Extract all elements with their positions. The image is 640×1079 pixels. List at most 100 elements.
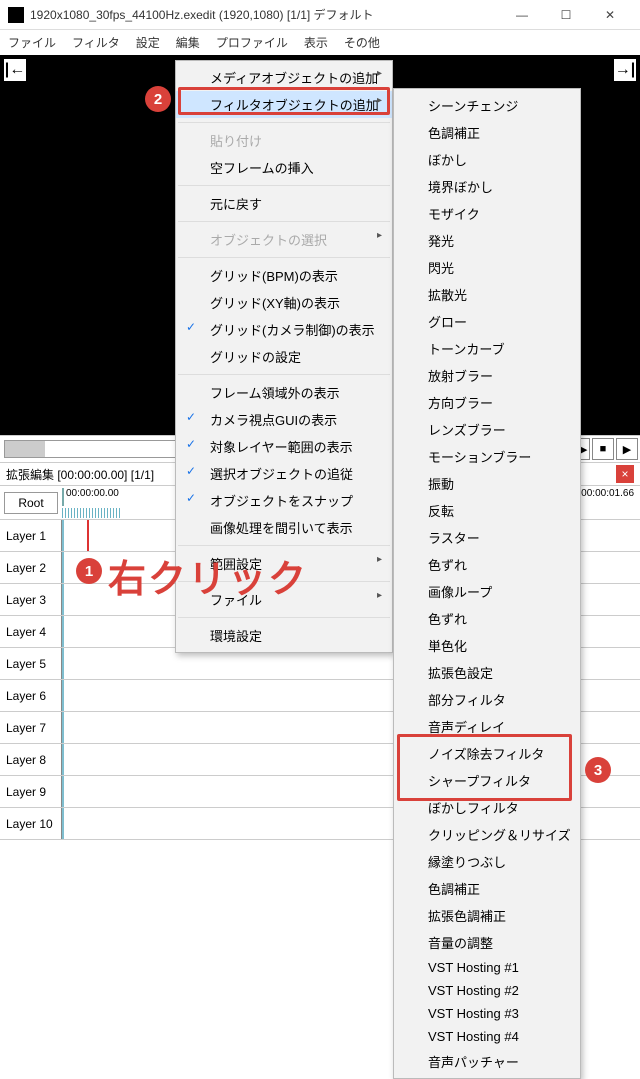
filter-menu-item[interactable]: 縁塗りつぶし: [394, 848, 580, 875]
menu-item[interactable]: 画像処理を間引いて表示: [176, 514, 392, 541]
layer-label[interactable]: Layer 7: [0, 712, 62, 743]
menu-item[interactable]: メディアオブジェクトの追加: [176, 64, 392, 91]
filter-menu-item[interactable]: 色ずれ: [394, 605, 580, 632]
layer-label[interactable]: Layer 4: [0, 616, 62, 647]
filter-menu-item[interactable]: 音声パッチャー: [394, 1048, 580, 1075]
menu-item-label: 色調補正: [428, 126, 480, 141]
menu-item-label: ラスター: [428, 531, 480, 546]
layer-label[interactable]: Layer 2: [0, 552, 62, 583]
filter-menu-item[interactable]: 拡張色調補正: [394, 902, 580, 929]
filter-menu-item[interactable]: シーンチェンジ: [394, 92, 580, 119]
menu-item[interactable]: 空フレームの挿入: [176, 154, 392, 181]
filter-menu-item[interactable]: ノイズ除去フィルタ: [394, 740, 580, 767]
menu-item-label: 色ずれ: [428, 612, 467, 627]
menu-4[interactable]: プロファイル: [216, 34, 288, 51]
editor-close-button[interactable]: ×: [616, 465, 634, 483]
menu-item[interactable]: グリッド(BPM)の表示: [176, 262, 392, 289]
filter-menu-item[interactable]: モーションブラー: [394, 443, 580, 470]
layer-label[interactable]: Layer 8: [0, 744, 62, 775]
filter-menu-item[interactable]: 色調補正: [394, 875, 580, 902]
filter-menu-item[interactable]: 振動: [394, 470, 580, 497]
maximize-button[interactable]: ☐: [544, 0, 588, 30]
menu-item[interactable]: グリッドの設定: [176, 343, 392, 370]
filter-menu-item[interactable]: グロー: [394, 308, 580, 335]
menu-item[interactable]: ✓グリッド(カメラ制御)の表示: [176, 316, 392, 343]
menu-item[interactable]: フレーム領域外の表示: [176, 379, 392, 406]
filter-menu-item[interactable]: 色調補正: [394, 119, 580, 146]
menu-item[interactable]: 環境設定: [176, 622, 392, 649]
filter-menu-item[interactable]: クリッピング＆リサイズ: [394, 821, 580, 848]
go-end-button[interactable]: →|: [614, 59, 636, 81]
filter-menu-item[interactable]: モザイク: [394, 200, 580, 227]
menu-5[interactable]: 表示: [304, 34, 328, 51]
menu-item-label: 振動: [428, 477, 454, 492]
menu-item-label: 放射ブラー: [428, 369, 493, 384]
layer-label[interactable]: Layer 6: [0, 680, 62, 711]
filter-menu-item[interactable]: 画像ループ: [394, 578, 580, 605]
filter-menu-item[interactable]: 反転: [394, 497, 580, 524]
check-icon: ✓: [186, 410, 196, 424]
filter-menu-item[interactable]: VST Hosting #2: [394, 979, 580, 1002]
go-start-button[interactable]: |←: [4, 59, 26, 81]
filter-menu-item[interactable]: ぼかし: [394, 146, 580, 173]
menu-separator: [178, 221, 390, 222]
menu-item-label: クリッピング＆リサイズ: [428, 828, 571, 843]
filter-menu-item[interactable]: 拡張色設定: [394, 659, 580, 686]
menu-item-label: カメラ視点GUIの表示: [210, 413, 337, 428]
menu-item-label: グロー: [428, 315, 467, 330]
filter-menu-item[interactable]: ぼかしフィルタ: [394, 794, 580, 821]
minimize-button[interactable]: —: [500, 0, 544, 30]
menu-item[interactable]: フィルタオブジェクトの追加: [176, 91, 392, 118]
layer-label[interactable]: Layer 10: [0, 808, 62, 839]
menu-3[interactable]: 編集: [176, 34, 200, 51]
menu-item[interactable]: ✓選択オブジェクトの追従: [176, 460, 392, 487]
filter-menu-item[interactable]: 境界ぼかし: [394, 173, 580, 200]
filter-menu-item[interactable]: 音声ディレイ: [394, 713, 580, 740]
menu-item-label: フレーム領域外の表示: [210, 386, 340, 401]
menu-item[interactable]: グリッド(XY軸)の表示: [176, 289, 392, 316]
filter-menu-item[interactable]: 放射ブラー: [394, 362, 580, 389]
layer-label[interactable]: Layer 9: [0, 776, 62, 807]
menu-item[interactable]: ✓オブジェクトをスナップ: [176, 487, 392, 514]
filter-menu-item[interactable]: 色ずれ: [394, 551, 580, 578]
root-button[interactable]: Root: [4, 492, 58, 514]
menu-item-label: 環境設定: [210, 629, 262, 644]
filter-menu-item[interactable]: 拡散光: [394, 281, 580, 308]
menu-0[interactable]: ファイル: [8, 34, 56, 51]
filter-menu-item[interactable]: レンズブラー: [394, 416, 580, 443]
menu-item[interactable]: 元に戻す: [176, 190, 392, 217]
menu-item-label: レンズブラー: [428, 423, 506, 438]
filter-menu-item[interactable]: 閃光: [394, 254, 580, 281]
menu-item-label: VST Hosting #1: [428, 960, 519, 975]
menu-2[interactable]: 設定: [136, 34, 160, 51]
filter-menu-item[interactable]: 発光: [394, 227, 580, 254]
menu-item-label: 色ずれ: [428, 558, 467, 573]
filter-menu-item[interactable]: シャープフィルタ: [394, 767, 580, 794]
menu-item[interactable]: ✓対象レイヤー範囲の表示: [176, 433, 392, 460]
filter-menu-item[interactable]: 部分フィルタ: [394, 686, 580, 713]
filter-menu-item[interactable]: トーンカーブ: [394, 335, 580, 362]
filter-menu-item[interactable]: 単色化: [394, 632, 580, 659]
transport-btn-4[interactable]: ■: [592, 438, 614, 460]
menu-6[interactable]: その他: [344, 34, 380, 51]
layer-label[interactable]: Layer 3: [0, 584, 62, 615]
menu-separator: [178, 122, 390, 123]
layer-label[interactable]: Layer 5: [0, 648, 62, 679]
menu-separator: [178, 257, 390, 258]
transport-btn-5[interactable]: ▶: [616, 438, 638, 460]
menu-item-label: 色調補正: [428, 882, 480, 897]
playhead[interactable]: [87, 520, 89, 551]
filter-menu-item[interactable]: ラスター: [394, 524, 580, 551]
filter-menu-item[interactable]: VST Hosting #3: [394, 1002, 580, 1025]
layer-label[interactable]: Layer 1: [0, 520, 62, 551]
menu-item-label: 拡張色調補正: [428, 909, 506, 924]
menu-1[interactable]: フィルタ: [72, 34, 120, 51]
close-button[interactable]: ✕: [588, 0, 632, 30]
filter-menu-item[interactable]: 方向ブラー: [394, 389, 580, 416]
filter-menu-item[interactable]: VST Hosting #1: [394, 956, 580, 979]
menu-item-label: 発光: [428, 234, 454, 249]
ruler-t1: 00:00:01.66: [581, 488, 634, 499]
filter-menu-item[interactable]: VST Hosting #4: [394, 1025, 580, 1048]
filter-menu-item[interactable]: 音量の調整: [394, 929, 580, 956]
menu-item[interactable]: ✓ カメラ視点GUIの表示: [176, 406, 392, 433]
